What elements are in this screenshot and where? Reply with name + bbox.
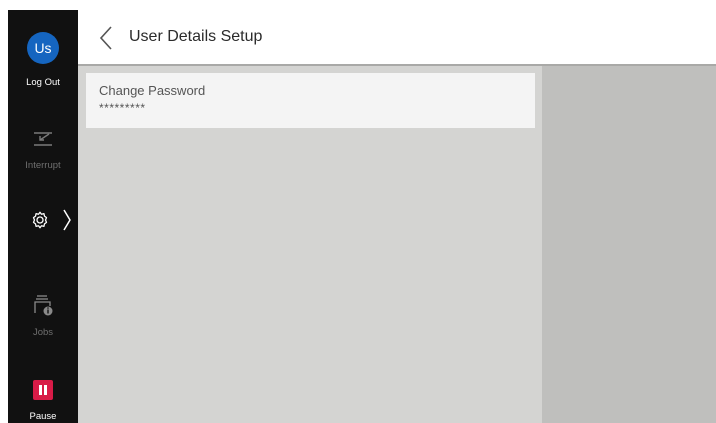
pause-label: Pause — [29, 411, 57, 422]
header-bar: User Details Setup — [78, 10, 716, 66]
gear-icon — [32, 211, 48, 229]
back-icon[interactable] — [94, 25, 118, 51]
change-password-label: Change Password — [99, 83, 206, 98]
jobs-label: Jobs — [32, 327, 54, 338]
password-value: ********* — [99, 101, 146, 115]
interrupt-icon — [34, 132, 52, 146]
detail-panel — [542, 66, 716, 423]
device-screen: Us Log Out Interrupt Jobs Pause User Det… — [8, 10, 716, 423]
logout-label: Log Out — [26, 77, 60, 88]
user-avatar[interactable]: Us — [27, 32, 59, 64]
settings-list: Change Password ********* — [78, 66, 542, 423]
page-title: User Details Setup — [129, 28, 263, 45]
change-password-item[interactable]: Change Password ********* — [86, 73, 535, 128]
jobs-icon — [34, 295, 53, 316]
interrupt-label: Interrupt — [25, 160, 61, 171]
pause-icon — [33, 380, 53, 400]
chevron-right-icon — [63, 209, 71, 231]
sidebar: Us Log Out Interrupt Jobs Pause — [8, 10, 78, 423]
